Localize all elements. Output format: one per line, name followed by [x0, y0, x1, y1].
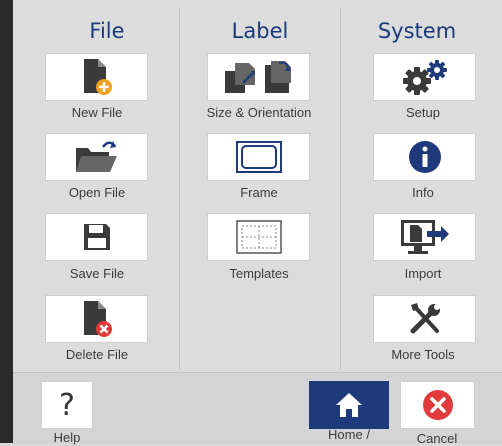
save-file-button[interactable] — [45, 213, 148, 261]
cancel-label: Cancel — [416, 431, 458, 446]
delete-file-label: Delete File — [65, 347, 129, 362]
size-orientation-label: Size & Orientation — [206, 105, 312, 120]
import-button[interactable] — [373, 213, 476, 261]
question-mark-icon: ? — [59, 387, 75, 423]
cancel-icon — [422, 389, 454, 421]
info-label: Info — [412, 185, 434, 200]
size-orientation-icon — [221, 59, 297, 95]
setup-button[interactable] — [373, 53, 476, 101]
tools-icon — [407, 301, 443, 337]
open-file-button[interactable] — [45, 133, 148, 181]
column-divider — [340, 8, 341, 370]
frame-button[interactable] — [207, 133, 310, 181]
save-file-icon — [82, 222, 112, 252]
left-edge-strip — [0, 0, 13, 443]
column-title-label: Label — [231, 19, 289, 43]
gear-icon — [401, 59, 449, 95]
frame-icon — [235, 140, 283, 174]
home-button[interactable] — [309, 381, 389, 429]
new-file-icon — [80, 57, 114, 97]
cancel-button[interactable] — [400, 381, 475, 429]
new-file-label: New File — [71, 105, 123, 120]
templates-button[interactable] — [207, 213, 310, 261]
templates-label: Templates — [229, 266, 289, 281]
help-button[interactable]: ? — [41, 381, 93, 429]
more-tools-button[interactable] — [373, 295, 476, 343]
setup-label: Setup — [406, 105, 440, 120]
delete-file-icon — [80, 299, 114, 339]
info-button[interactable] — [373, 133, 476, 181]
open-file-icon — [73, 138, 121, 176]
frame-label: Frame — [240, 185, 278, 200]
import-label: Import — [404, 266, 442, 281]
delete-file-button[interactable] — [45, 295, 148, 343]
save-file-label: Save File — [69, 266, 125, 281]
more-tools-label: More Tools — [391, 347, 455, 362]
new-file-button[interactable] — [45, 53, 148, 101]
templates-icon — [235, 219, 283, 255]
home-icon — [334, 391, 364, 419]
import-icon — [399, 218, 451, 256]
column-title-file: File — [89, 19, 125, 43]
home-label: Home / — [328, 427, 370, 442]
open-file-label: Open File — [68, 185, 126, 200]
size-orientation-button[interactable] — [207, 53, 310, 101]
info-icon — [407, 139, 443, 175]
column-title-system: System — [377, 19, 457, 43]
